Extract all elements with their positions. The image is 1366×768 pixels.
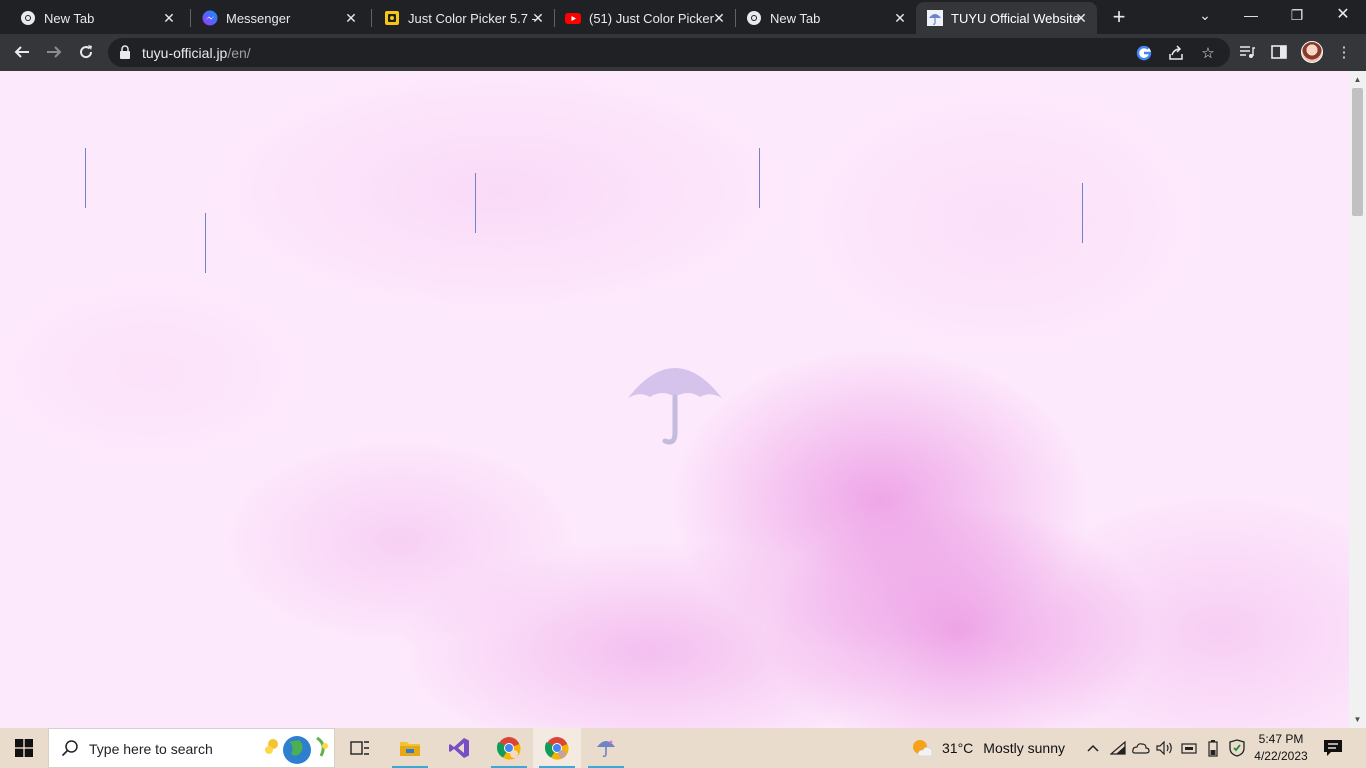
tuyu-umbrella-taskbar-icon <box>597 740 615 758</box>
page-scrollbar[interactable]: ▲ ▼ <box>1349 71 1366 728</box>
rain-line <box>85 148 86 208</box>
chrome-icon <box>20 10 36 26</box>
volume-icon[interactable] <box>1155 738 1175 758</box>
chrome-taskbar-icon <box>497 737 521 760</box>
media-controls-icon[interactable] <box>1237 42 1257 62</box>
forward-arrow-icon[interactable] <box>40 38 68 66</box>
close-tab-icon[interactable]: ✕ <box>1073 10 1089 26</box>
close-tab-icon[interactable]: ✕ <box>892 10 908 26</box>
close-tab-icon[interactable]: ✕ <box>530 10 546 26</box>
tab-strip: New Tab ✕ Messenger ✕ Just Color Picker … <box>0 0 1366 34</box>
rain-line <box>1082 183 1083 243</box>
just-color-picker-icon <box>384 10 400 26</box>
tuyu-umbrella-icon <box>927 10 943 26</box>
scroll-down-icon[interactable]: ▼ <box>1349 711 1366 728</box>
google-lens-icon[interactable] <box>1134 43 1154 63</box>
visual-studio-icon <box>449 738 469 758</box>
start-button[interactable] <box>0 728 48 768</box>
folder-icon <box>400 742 420 756</box>
url-path: /en/ <box>227 45 251 61</box>
side-panel-icon[interactable] <box>1269 42 1289 62</box>
back-arrow-icon[interactable] <box>8 38 36 66</box>
sun-cloud-icon <box>913 740 933 757</box>
search-highlight-earth-icon[interactable] <box>261 732 333 766</box>
task-view-button[interactable] <box>336 728 384 768</box>
system-clock[interactable]: 5:47 PM 4/22/2023 <box>1248 731 1314 765</box>
close-tab-icon[interactable]: ✕ <box>343 10 359 26</box>
bookmark-star-icon[interactable]: ☆ <box>1198 43 1218 63</box>
weather-condition: Mostly sunny <box>983 740 1065 756</box>
youtube-icon <box>565 10 581 26</box>
scroll-thumb[interactable] <box>1352 88 1363 216</box>
rain-line <box>205 213 206 273</box>
browser-toolbar: tuyu-official.jp/en/ ☆ ⋮ <box>0 34 1366 71</box>
umbrella-logo-icon <box>628 368 722 445</box>
tab-youtube[interactable]: (51) Just Color Picker ✕ <box>545 2 735 34</box>
search-placeholder: Type here to search <box>89 741 213 757</box>
windows-taskbar: Type here to search 31°C Mostly sunny 5:… <box>0 728 1366 768</box>
visual-studio-button[interactable] <box>435 728 483 768</box>
clock-time: 5:47 PM <box>1258 732 1304 746</box>
tray-chevron-up-icon[interactable] <box>1083 738 1103 758</box>
more-menu-icon[interactable]: ⋮ <box>1334 42 1354 62</box>
taskbar-search-box[interactable]: Type here to search <box>48 728 335 768</box>
rain-line <box>475 173 476 233</box>
network-ethernet-icon[interactable] <box>1179 738 1199 758</box>
close-tab-icon[interactable]: ✕ <box>161 10 177 26</box>
windows-logo-icon <box>15 739 33 757</box>
security-shield-icon[interactable] <box>1227 738 1247 758</box>
battery-icon[interactable] <box>1203 738 1223 758</box>
restore-icon[interactable]: ❐ <box>1274 0 1320 30</box>
file-explorer-button[interactable] <box>386 728 434 768</box>
minimize-icon[interactable]: — <box>1228 0 1274 30</box>
wifi-icon[interactable] <box>1108 738 1128 758</box>
share-icon[interactable] <box>1166 43 1186 63</box>
tuyu-site-button[interactable] <box>582 728 630 768</box>
notification-center-icon[interactable] <box>1322 738 1344 758</box>
tab-search-chevron-icon[interactable]: ⌄ <box>1182 0 1228 30</box>
profile-avatar[interactable] <box>1301 41 1323 63</box>
chrome-icon <box>746 10 762 26</box>
weather-widget[interactable]: 31°C Mostly sunny <box>910 728 1065 768</box>
task-view-icon <box>350 741 369 755</box>
lock-icon[interactable] <box>120 45 130 59</box>
url-host: tuyu-official.jp <box>142 45 228 61</box>
tab-new-tab-2[interactable]: New Tab ✕ <box>726 2 916 34</box>
new-tab-icon[interactable]: + <box>1108 6 1130 28</box>
tab-new-tab-1[interactable]: New Tab ✕ <box>0 2 185 34</box>
address-bar[interactable]: tuyu-official.jp/en/ ☆ <box>108 38 1230 67</box>
page-content <box>0 71 1349 728</box>
rain-line <box>759 148 760 208</box>
weather-temperature: 31°C <box>942 740 974 756</box>
chrome-button[interactable] <box>485 728 533 768</box>
tab-messenger[interactable]: Messenger ✕ <box>182 2 367 34</box>
reload-icon[interactable] <box>72 38 100 66</box>
scroll-up-icon[interactable]: ▲ <box>1349 71 1366 88</box>
clock-date: 4/22/2023 <box>1254 749 1308 763</box>
close-tab-icon[interactable]: ✕ <box>711 10 727 26</box>
tab-just-color-picker[interactable]: Just Color Picker 5.7 - ✕ <box>364 2 554 34</box>
chrome-profile-button[interactable] <box>533 728 581 768</box>
chrome-profile-icon <box>545 737 569 760</box>
url-text: tuyu-official.jp/en/ <box>142 45 251 61</box>
search-icon <box>61 740 78 757</box>
tab-tuyu-official[interactable]: TUYU Official Website ✕ <box>916 2 1097 34</box>
window-close-icon[interactable]: ✕ <box>1320 0 1366 30</box>
onedrive-cloud-icon[interactable] <box>1131 738 1151 758</box>
messenger-icon <box>202 10 218 26</box>
